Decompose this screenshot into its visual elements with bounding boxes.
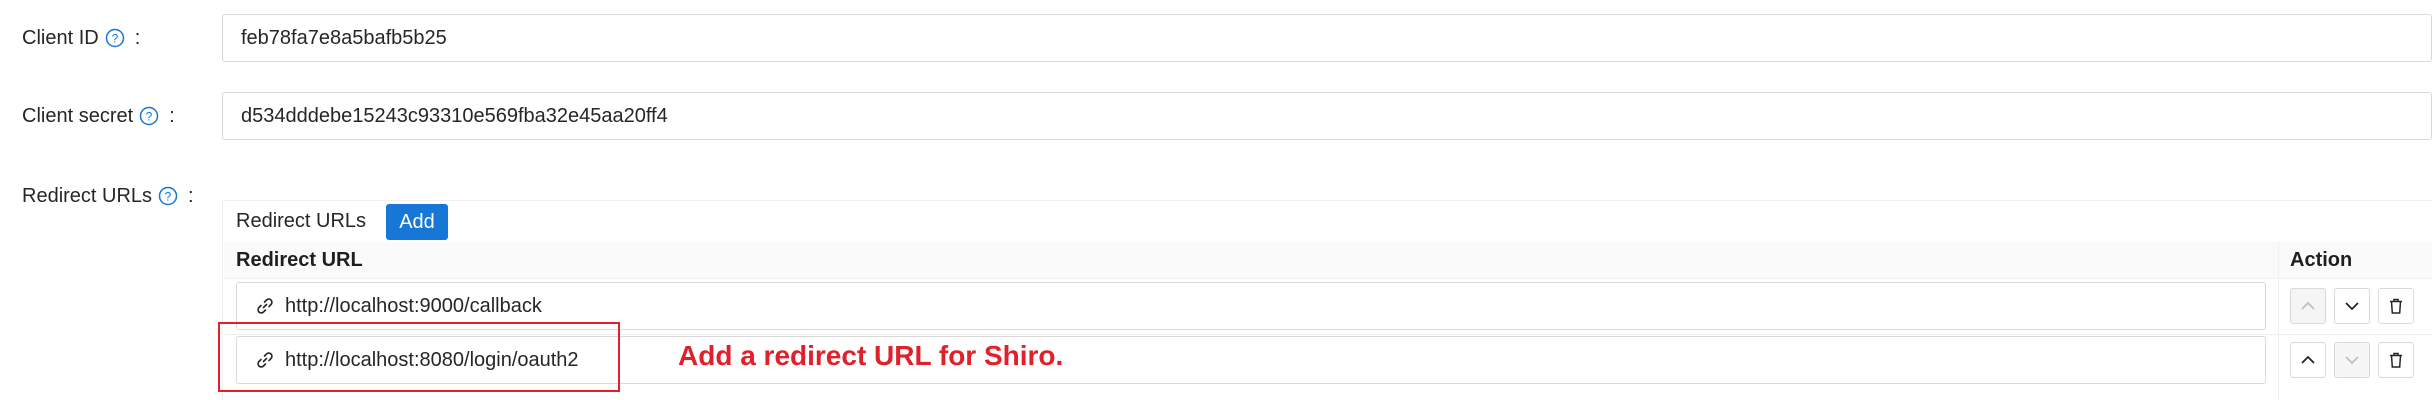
svg-text:?: ? <box>111 32 118 46</box>
client-secret-label: Client secret ? : <box>22 104 175 127</box>
move-down-button[interactable] <box>2334 342 2370 378</box>
link-icon <box>257 298 273 314</box>
add-button[interactable]: Add <box>386 204 448 240</box>
question-circle-icon[interactable]: ? <box>158 186 178 206</box>
arrow-up-icon <box>2301 301 2315 310</box>
delete-button[interactable] <box>2378 288 2414 324</box>
table-header <box>224 242 2432 279</box>
annotation-text: Add a redirect URL for Shiro. <box>678 340 1064 371</box>
client-id-label: Client ID ? : <box>22 26 141 49</box>
arrow-down-icon <box>2345 302 2359 311</box>
question-circle-icon[interactable]: ? <box>105 28 125 48</box>
question-circle-icon[interactable]: ? <box>139 106 159 126</box>
arrow-down-icon <box>2345 356 2359 365</box>
client-secret-input[interactable]: d534dddebe15243c93310e569fba32e45aa20ff4 <box>222 92 2432 140</box>
delete-icon <box>2390 298 2402 314</box>
delete-button[interactable] <box>2378 342 2414 378</box>
arrow-up-icon <box>2301 355 2315 364</box>
delete-icon <box>2390 352 2402 368</box>
client-id-input[interactable]: feb78fa7e8a5bafb5b25 <box>222 14 2432 62</box>
redirect-urls-label: Redirect URLs ? : <box>22 184 194 207</box>
column-header-redirect-url: Redirect URL <box>236 249 363 271</box>
column-divider <box>2278 242 2279 400</box>
move-up-button[interactable] <box>2290 288 2326 324</box>
move-up-button[interactable] <box>2290 342 2326 378</box>
highlight-box <box>218 322 620 392</box>
svg-text:?: ? <box>165 190 172 204</box>
svg-text:?: ? <box>146 110 153 124</box>
table-toolbar-title: Redirect URLs <box>236 210 367 232</box>
column-header-action: Action <box>2290 249 2353 271</box>
move-down-button[interactable] <box>2334 288 2370 324</box>
